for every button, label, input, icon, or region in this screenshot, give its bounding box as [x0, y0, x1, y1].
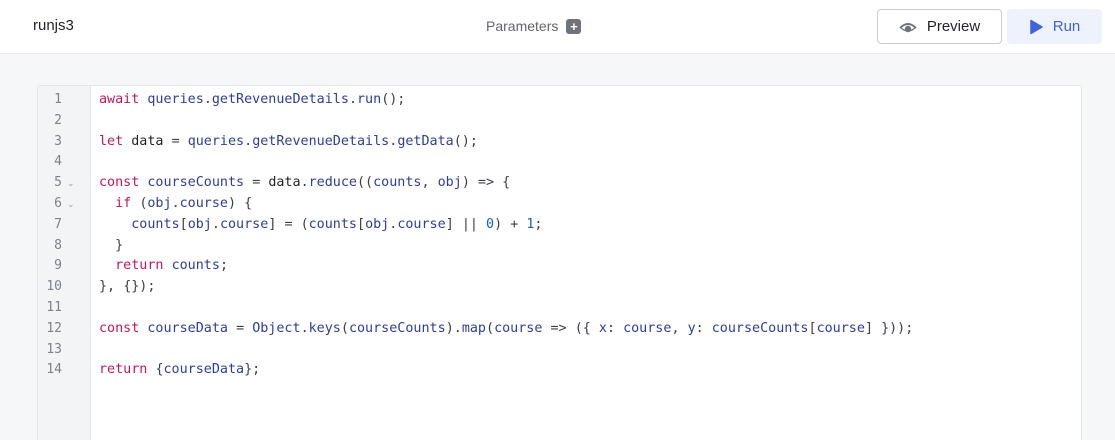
code-line[interactable]: }, {}); [99, 279, 155, 294]
line-number: 11 [46, 300, 62, 315]
parameters-control[interactable]: Parameters + [486, 18, 582, 34]
fold-chevron-icon[interactable]: ⌄ [67, 199, 75, 210]
fold-chevron-icon[interactable]: ⌄ [67, 178, 75, 189]
code-line[interactable]: const courseCounts = data.reduce((counts… [99, 175, 510, 190]
line-number: 9 [54, 258, 62, 274]
parameters-label: Parameters [486, 18, 559, 34]
code-line[interactable]: return counts; [99, 258, 228, 273]
code-line[interactable]: let data = queries.getRevenueDetails.get… [99, 134, 478, 149]
line-number: 14 [46, 362, 62, 378]
line-number: 2 [54, 112, 62, 128]
code-line[interactable]: counts[obj.course] = (counts[obj.course]… [99, 217, 542, 232]
code-line[interactable]: const courseData = Object.keys(courseCou… [99, 321, 913, 336]
code-line[interactable]: } [99, 238, 123, 253]
play-icon [1029, 19, 1043, 34]
query-title[interactable]: runjs3 [33, 17, 74, 34]
code-line[interactable]: if (obj.course) { [99, 196, 252, 211]
run-label: Run [1052, 18, 1081, 35]
line-number-gutter: 1 2 3 4 5 ⌄ 6 ⌄ 7 8 9 10 11 12 13 14 [38, 86, 91, 440]
line-number: 4 [54, 154, 62, 170]
code-editor[interactable]: 1 2 3 4 5 ⌄ 6 ⌄ 7 8 9 10 11 12 13 14 await queries.getR… [37, 85, 1082, 440]
code-line[interactable]: return {courseData}; [99, 362, 260, 377]
line-number: 3 [54, 133, 62, 149]
line-number: 5 [54, 175, 62, 191]
line-number: 12 [46, 320, 62, 336]
run-button[interactable]: Run [1007, 9, 1102, 44]
eye-icon [899, 22, 917, 32]
query-header: runjs3 Parameters + Preview Run [0, 0, 1115, 54]
plus-icon[interactable]: + [566, 18, 582, 34]
preview-label: Preview [926, 18, 981, 35]
line-number: 8 [54, 237, 62, 253]
line-number: 1 [54, 92, 62, 107]
line-number: 10 [46, 279, 62, 295]
line-number: 13 [46, 341, 62, 357]
line-number: 6 [54, 196, 62, 211]
code-line[interactable]: await queries.getRevenueDetails.run(); [99, 92, 405, 107]
line-number: 7 [54, 216, 62, 232]
preview-button[interactable]: Preview [877, 9, 1002, 44]
